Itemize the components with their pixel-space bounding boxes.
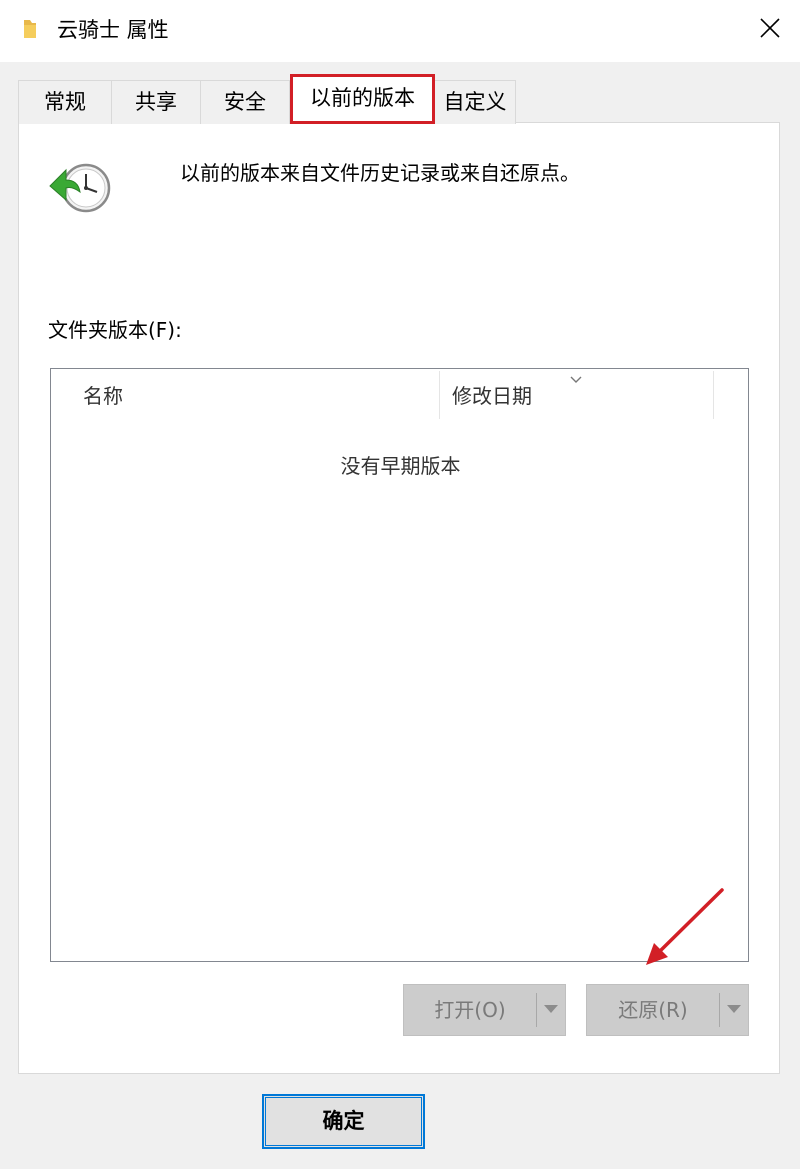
folder-versions-label: 文件夹版本(F): [48,318,182,342]
properties-dialog: 云骑士 属性 常规 共享 安全 以前的版本 自定义 以前的版本来自文件历史记录或… [0,0,800,1169]
ok-button[interactable]: 确定 [262,1094,425,1149]
folder-versions-list[interactable]: 名称 修改日期 没有早期版本 [50,368,749,962]
column-header-label: 名称 [83,384,123,408]
close-button[interactable] [740,0,800,60]
chevron-down-icon [727,999,741,1018]
tab-label: 安全 [224,90,266,114]
title-bar: 云骑士 属性 [0,0,800,62]
ok-button-label: 确定 [322,1109,365,1133]
annotation-arrow-icon [640,885,730,970]
sort-descending-icon [569,369,583,383]
tab-label: 常规 [44,90,86,114]
tab-label: 自定义 [443,90,507,114]
tab-sharing[interactable]: 共享 [111,80,201,124]
folder-icon [22,18,38,40]
column-header-label: 修改日期 [452,384,532,408]
empty-list-message: 没有早期版本 [340,454,461,478]
open-dropdown-button[interactable] [537,985,565,1035]
window-title: 云骑士 属性 [57,18,169,42]
description-text: 以前的版本来自文件历史记录或来自还原点。 [180,161,580,185]
open-button[interactable]: 打开(O) [404,985,536,1035]
tab-label: 以前的版本 [310,86,415,110]
tab-previous-versions[interactable]: 以前的版本 [290,74,435,124]
restore-dropdown-button[interactable] [720,985,748,1035]
restore-button[interactable]: 还原(R) [587,985,719,1035]
open-split-button[interactable]: 打开(O) [403,984,566,1036]
tab-general[interactable]: 常规 [18,80,112,124]
column-divider[interactable] [713,371,714,419]
tab-security[interactable]: 安全 [200,80,290,124]
restore-button-label: 还原(R) [618,998,688,1022]
restore-split-button[interactable]: 还原(R) [586,984,749,1036]
restore-clock-icon [44,158,114,218]
tab-customize[interactable]: 自定义 [434,80,516,124]
chevron-down-icon [544,999,558,1018]
open-button-label: 打开(O) [434,998,506,1022]
column-header-name[interactable]: 名称 [51,371,439,421]
tab-label: 共享 [135,90,177,114]
